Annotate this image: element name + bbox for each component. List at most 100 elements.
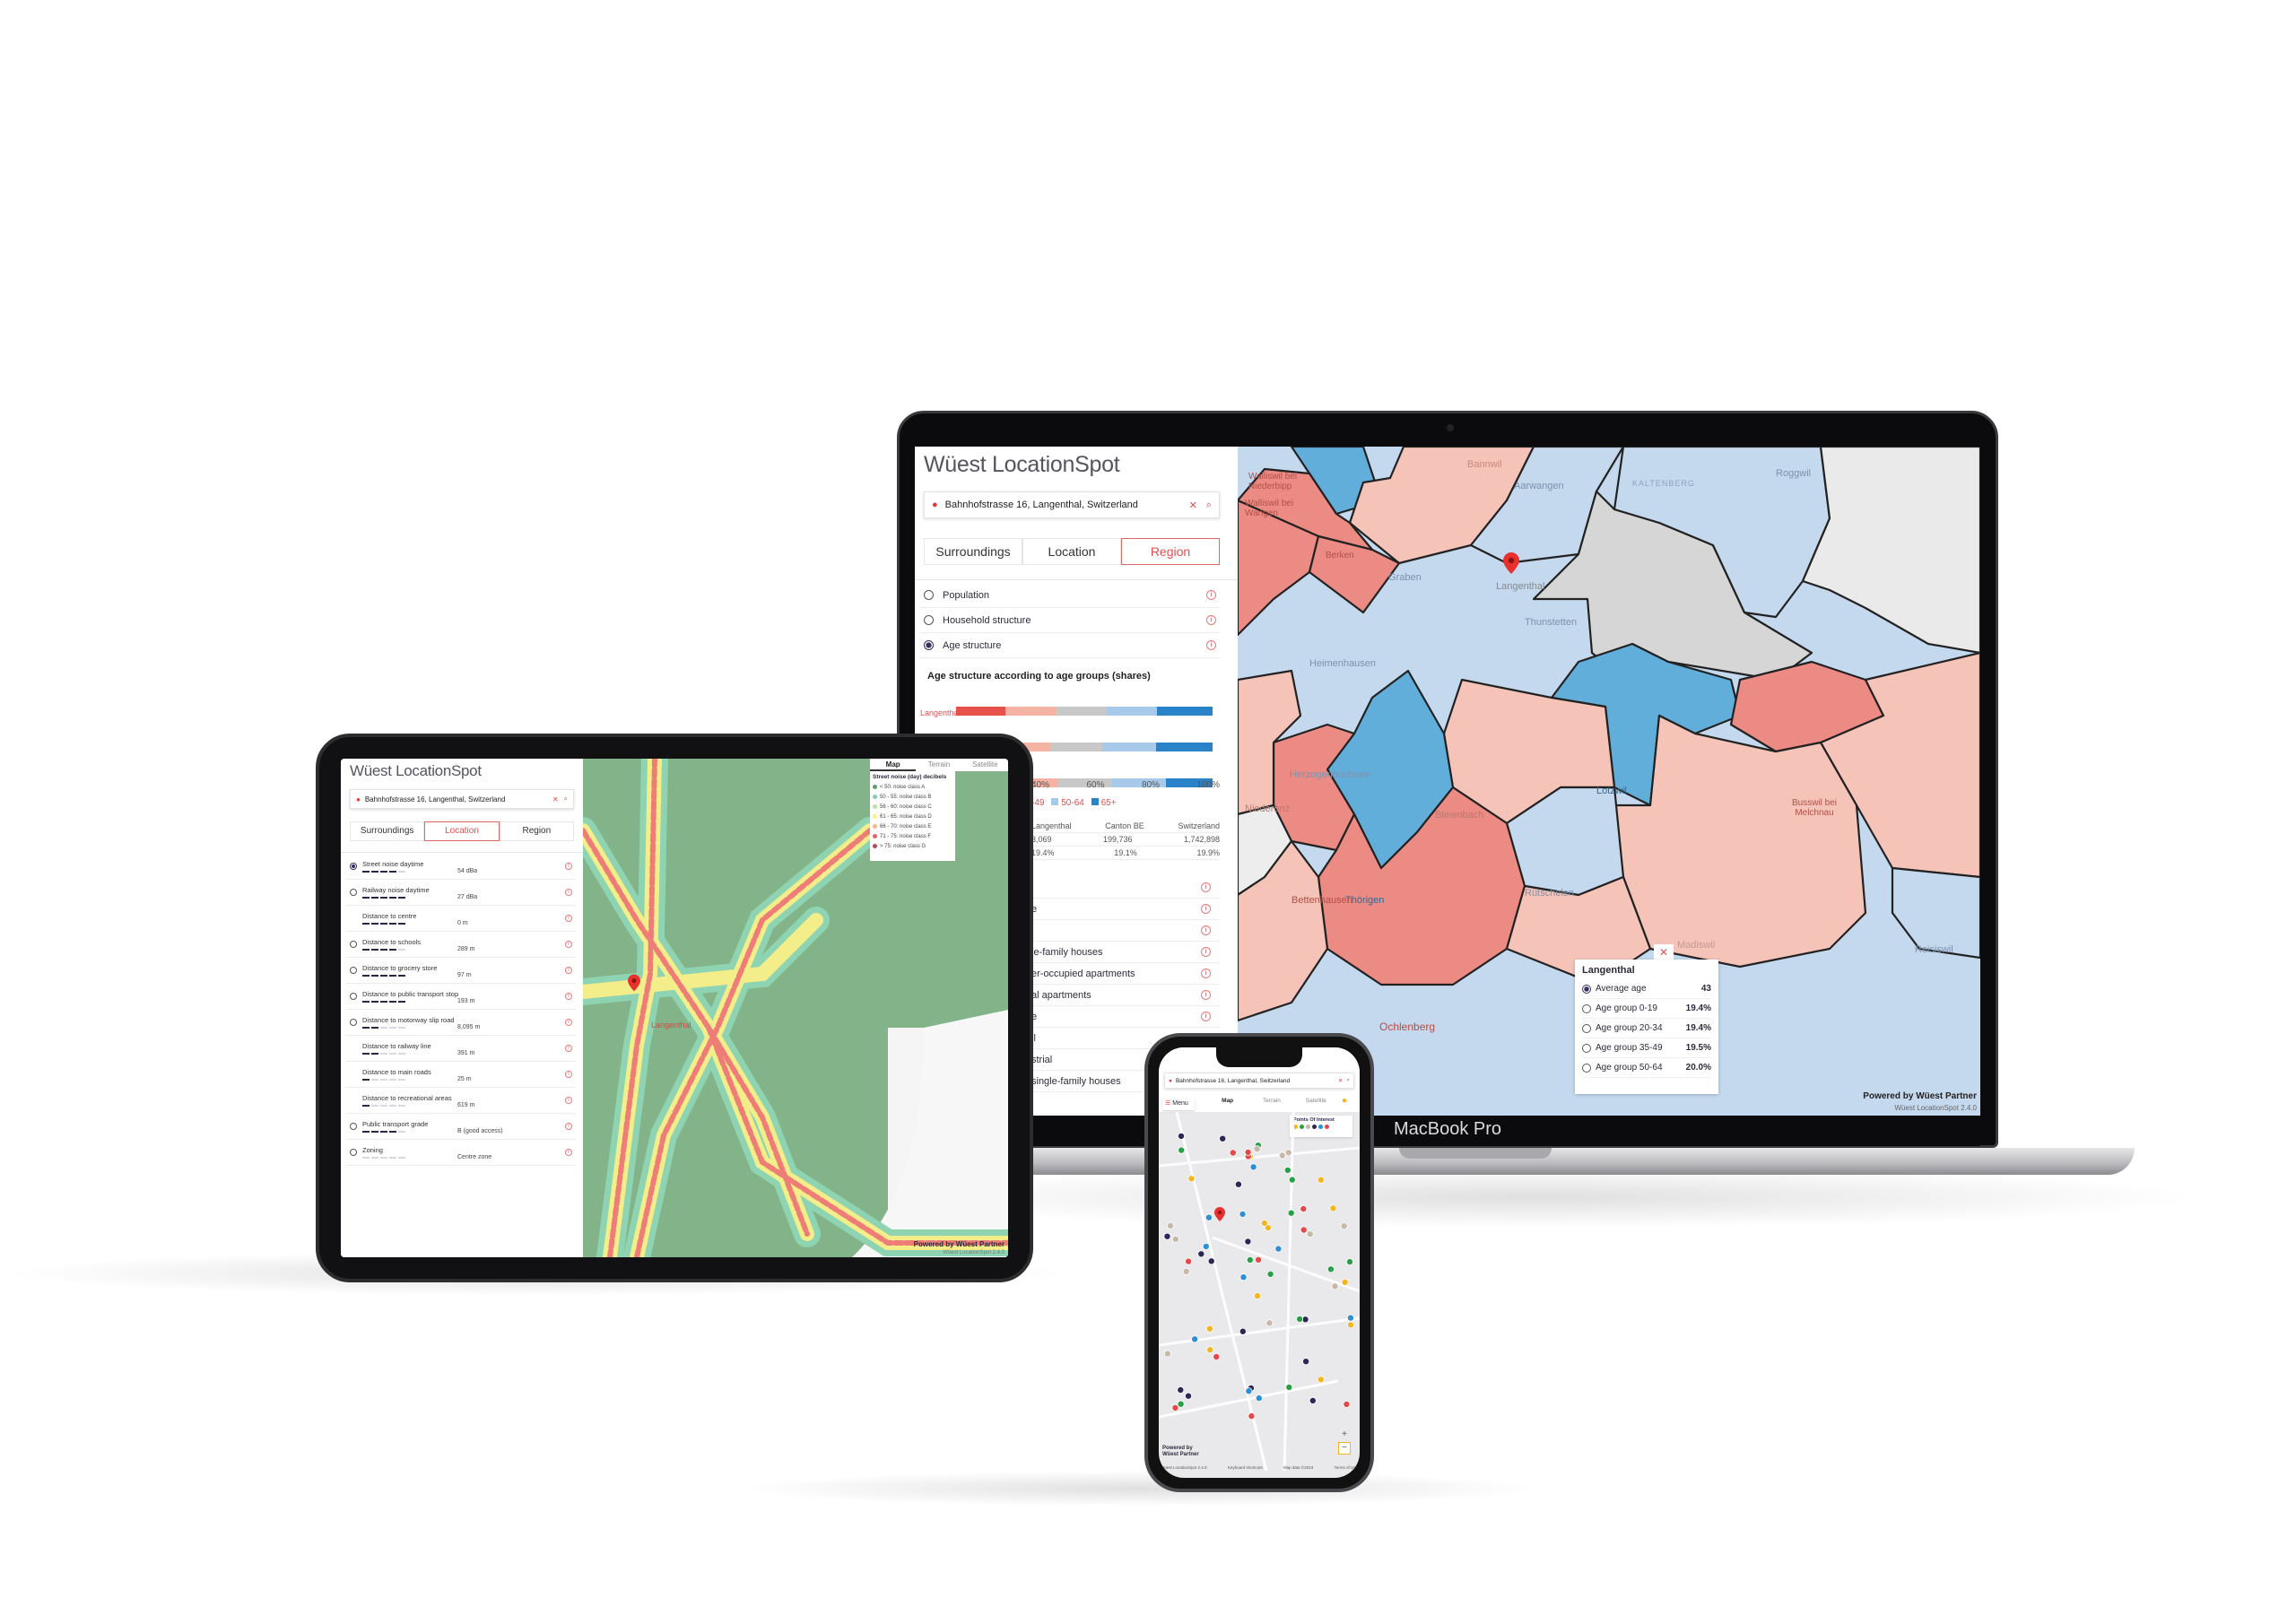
poi-marker[interactable] [1306,1230,1314,1238]
indicator-row[interactable]: Distance to railway line 391 m i [346,1036,576,1062]
poi-marker[interactable] [1255,1255,1263,1264]
radio-button[interactable] [350,993,357,1000]
info-icon[interactable]: i [1201,925,1211,935]
radio-button[interactable] [1582,984,1591,994]
close-icon[interactable]: ✕ [1189,499,1197,511]
indicator-row[interactable]: er-occupied apartments i [1031,963,1220,985]
poi-marker[interactable] [1177,1385,1185,1394]
radio-button[interactable] [1582,1003,1591,1013]
poi-marker[interactable] [1274,1245,1283,1253]
poi-marker[interactable] [1317,1176,1325,1184]
indicator-row[interactable]: i [1031,920,1220,942]
search-icon[interactable]: ⌕ [1206,499,1212,511]
region-map[interactable]: Bannwil Walliswil bei Niederbipp Wallisw… [1238,447,1980,1116]
map-type-terrain[interactable]: Terrain [916,759,961,771]
poi-marker[interactable] [1265,1319,1274,1327]
tab-region[interactable]: Region [499,821,574,841]
info-icon[interactable]: i [1206,640,1216,650]
poi-marker[interactable] [1283,1166,1292,1174]
footer-link[interactable]: Keyboard shortcuts [1228,1465,1263,1470]
poi-marker[interactable] [1171,1235,1179,1243]
info-icon[interactable]: i [1201,947,1211,957]
radio-button[interactable] [350,863,357,870]
poi-marker[interactable] [1182,1267,1190,1275]
close-icon[interactable]: ✕ [1338,1077,1343,1084]
poi-marker[interactable] [1346,1314,1354,1322]
poi-marker[interactable] [1249,1163,1257,1171]
info-icon[interactable]: i [565,863,572,870]
indicator-row[interactable]: Distance to motorway slip road 8,095 m i [346,1010,576,1036]
indicator-row[interactable]: Street noise daytime 54 dBa i [346,854,576,880]
indicator-row[interactable]: Household structure i [920,608,1220,633]
poi-marker[interactable] [1300,1226,1308,1234]
poi-marker[interactable] [1302,1358,1310,1366]
address-search[interactable]: ● Bahnhofstrasse 16, Langenthal, Switzer… [924,491,1220,518]
radio-button[interactable] [350,1123,357,1130]
poi-marker[interactable] [1207,1257,1215,1265]
poi-marker[interactable] [1187,1175,1196,1183]
indicator-row[interactable]: Distance to grocery store 97 m i [346,958,576,984]
info-icon[interactable]: i [565,1149,572,1156]
indicator-row[interactable]: Population i [920,583,1220,608]
info-icon[interactable]: i [1201,990,1211,1000]
poi-marker[interactable] [1205,1213,1213,1221]
info-icon[interactable]: i [565,1071,572,1078]
poi-marker[interactable] [1266,1270,1274,1278]
poi-marker[interactable] [1246,1255,1254,1264]
poi-marker[interactable] [1219,1134,1227,1142]
location-pin-icon[interactable] [1503,552,1519,574]
menu-button[interactable]: ☰ Menu [1162,1098,1195,1110]
popup-item[interactable]: Age group 20-34 19.4% [1582,1019,1711,1038]
poi-marker[interactable] [1309,1396,1317,1404]
indicator-row[interactable]: Distance to centre 0 m i [346,906,576,932]
indicator-row[interactable]: ei [1031,899,1220,920]
poi-marker[interactable] [1340,1222,1348,1230]
info-icon[interactable]: i [565,915,572,922]
poi-marker[interactable] [1317,1376,1325,1384]
poi-marker[interactable] [1171,1403,1179,1412]
poi-marker[interactable] [1255,1394,1263,1403]
indicator-row[interactable]: le-family houses i [1031,942,1220,963]
poi-marker[interactable] [1254,1292,1262,1300]
poi-marker[interactable] [1260,1219,1268,1227]
poi-marker[interactable] [1213,1352,1221,1360]
radio-button[interactable] [350,1149,357,1156]
poi-marker[interactable] [1206,1346,1214,1354]
indicator-row[interactable]: Distance to public transport stop 193 m i [346,984,576,1010]
radio-button[interactable] [350,889,357,896]
poi-marker[interactable] [1346,1321,1354,1329]
poi-marker[interactable] [1285,1383,1293,1391]
info-icon[interactable]: i [565,1097,572,1104]
radio-button[interactable] [350,941,357,948]
indicator-row[interactable]: Age structure i [920,633,1220,658]
info-icon[interactable]: i [565,967,572,974]
poi-marker[interactable] [1234,1180,1242,1188]
poi-marker[interactable] [1248,1412,1256,1420]
indicator-row[interactable]: Distance to schools 289 m i [346,932,576,958]
popup-item[interactable]: Average age 43 [1582,979,1711,999]
info-icon[interactable]: i [565,993,572,1000]
poi-marker[interactable] [1296,1315,1304,1323]
poi-marker[interactable] [1284,1149,1292,1157]
poi-marker[interactable] [1177,1400,1185,1408]
poi-marker[interactable] [1191,1335,1199,1343]
info-icon[interactable]: i [1201,904,1211,914]
info-icon[interactable]: i [565,1045,572,1052]
indicator-row[interactable]: i [1031,877,1220,899]
map-type-satellite[interactable]: Satellite [962,759,1008,771]
popup-close-button[interactable]: ✕ [1654,944,1674,960]
info-icon[interactable]: i [565,941,572,948]
indicator-row[interactable]: al apartments i [1031,985,1220,1006]
poi-marker[interactable] [1244,1148,1252,1156]
poi-marker[interactable] [1287,1209,1295,1217]
close-icon[interactable]: ✕ [552,795,559,804]
poi-marker[interactable] [1253,1145,1261,1153]
indicator-row[interactable]: Zoning Centre zone i [346,1140,576,1166]
indicator-row[interactable]: Distance to recreational areas 619 m i [346,1088,576,1114]
poi-marker[interactable] [1300,1205,1308,1213]
tab-region[interactable]: Region [1121,538,1220,565]
poi-marker[interactable] [1163,1232,1171,1240]
footer-link[interactable]: Map data ©2023 [1283,1465,1313,1470]
popup-item[interactable]: Age group 0-19 19.4% [1582,999,1711,1019]
radio-button[interactable] [924,640,934,650]
